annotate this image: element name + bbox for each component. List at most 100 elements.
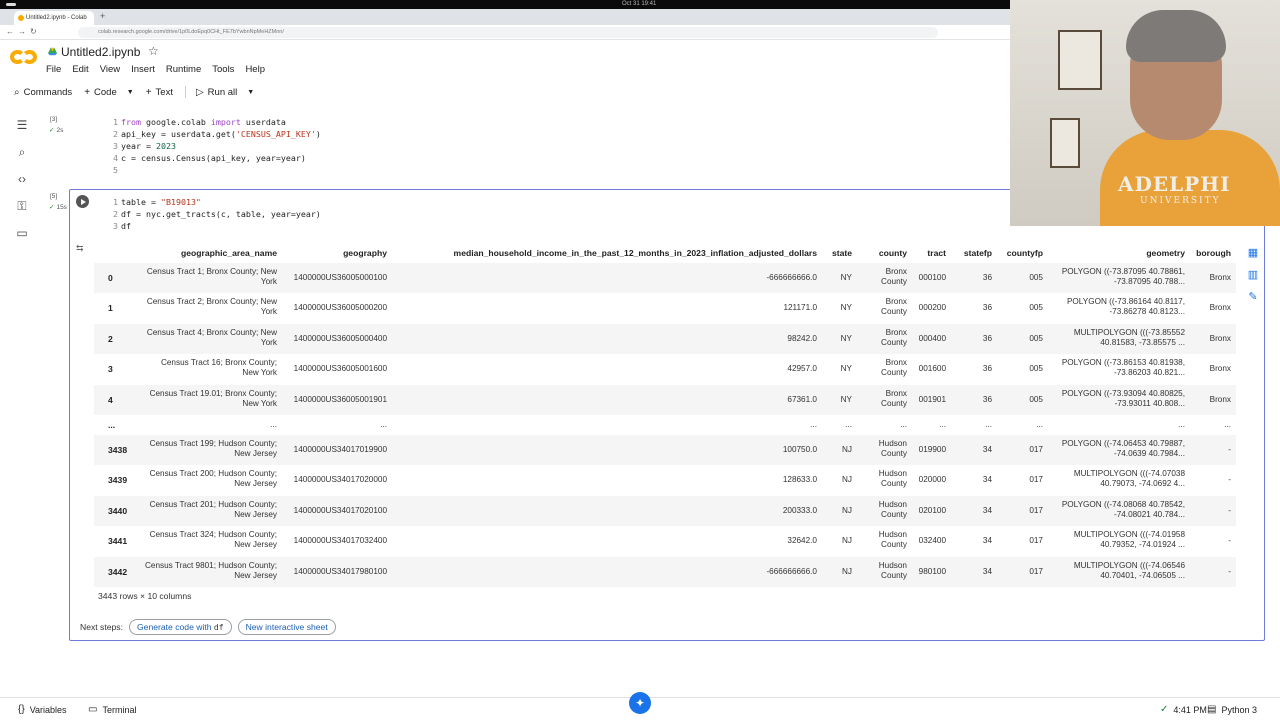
edit-wand-icon[interactable]: ✎ xyxy=(1246,290,1260,304)
cell-borough: - xyxy=(1228,506,1231,515)
url-field[interactable]: colab.research.google.com/drive/1p0LdoEp… xyxy=(78,27,938,38)
cell1-line-1: 1 xyxy=(113,117,118,127)
menu-insert[interactable]: Insert xyxy=(131,64,155,75)
cell-geometry: POLYGON ((-73.86164 40.8117, -73.86278 40… xyxy=(1066,297,1185,316)
browser-tab[interactable]: Untitled2.ipynb - Colab xyxy=(14,11,94,25)
cell-income: 100750.0 xyxy=(782,445,817,454)
back-icon[interactable]: ← xyxy=(6,27,14,36)
plus-icon: + xyxy=(84,86,91,98)
cell-geography: 1400000US36005000200 xyxy=(293,303,387,312)
cell-income: 98242.0 xyxy=(787,334,817,343)
kernel-status[interactable]: ▤ Python 3 xyxy=(1207,704,1257,715)
cell-geographic-area-name: Census Tract 9801; Hudson County; New Jer… xyxy=(145,561,277,580)
cell-geography: 1400000US36005000400 xyxy=(293,334,387,343)
cell-geometry: POLYGON ((-73.93094 40.80825, -73.93011 4… xyxy=(1061,389,1185,408)
col-header-tract: tract xyxy=(927,248,946,258)
cell-income: 200333.0 xyxy=(782,506,817,515)
table-row: 3442 Census Tract 9801; Hudson County; New… xyxy=(94,557,1236,587)
cell2-line-3: 3 xyxy=(113,221,118,231)
cell2-line-2: 2 xyxy=(113,209,118,219)
reload-icon[interactable]: ↻ xyxy=(30,27,37,36)
cell-state: NY xyxy=(840,273,852,282)
cell-borough: - xyxy=(1228,475,1231,484)
cell-geometry: POLYGON ((-73.87095 40.78861, -73.87095 4… xyxy=(1061,267,1185,286)
notebook-title[interactable]: Untitled2.ipynb xyxy=(61,45,140,59)
secrets-key-icon[interactable]: ⚿ xyxy=(10,199,34,219)
cell-borough: ... xyxy=(1224,420,1231,429)
drive-icon[interactable] xyxy=(48,47,57,56)
run-all-button[interactable]: ▷ Run all ▼ xyxy=(196,87,254,98)
cell-geography: 1400000US34017032400 xyxy=(293,536,387,545)
new-tab-icon[interactable]: + xyxy=(100,11,105,21)
add-text-button[interactable]: + Text xyxy=(146,87,173,98)
server-icon: ▤ xyxy=(1207,704,1217,715)
menu-help[interactable]: Help xyxy=(245,64,265,75)
files-folder-icon[interactable]: ▭ xyxy=(10,226,34,246)
cell-geography: 1400000US36005001600 xyxy=(293,364,387,373)
new-interactive-sheet-chip[interactable]: New interactive sheet xyxy=(237,619,336,635)
commands-button[interactable]: ⌕ Commands xyxy=(14,87,72,98)
cell-borough: Bronx xyxy=(1209,303,1231,312)
cell-geography: 1400000US34017020100 xyxy=(293,506,387,515)
table-of-contents-icon[interactable]: ☰ xyxy=(10,118,34,138)
find-icon[interactable]: ⌕ xyxy=(10,145,34,165)
cell-state: NJ xyxy=(841,506,852,515)
cell-geometry: ... xyxy=(1178,420,1185,429)
colab-favicon-icon xyxy=(18,15,24,21)
table-view-icon[interactable]: ▦ xyxy=(1246,246,1260,260)
cell2-code-editor[interactable]: table = "B19013" df = nyc.get_tracts(c, … xyxy=(121,196,321,232)
cell-income: 42957.0 xyxy=(787,364,817,373)
cell-state: NY xyxy=(840,364,852,373)
cell-county: Hudson County xyxy=(878,530,907,549)
chart-suggest-icon[interactable]: ▥ xyxy=(1246,268,1260,282)
cell-geographic-area-name: ... xyxy=(270,420,277,429)
cell1-line-5: 5 xyxy=(113,165,118,175)
add-code-button[interactable]: + Code ▼ xyxy=(84,87,134,98)
menu-runtime[interactable]: Runtime xyxy=(166,64,201,75)
cell-county: Bronx County xyxy=(881,328,907,347)
menu-view[interactable]: View xyxy=(100,64,120,75)
browser-tab-strip: Untitled2.ipynb - Colab + xyxy=(0,9,1010,25)
output-actions-icon[interactable]: ⇆ xyxy=(76,243,84,254)
forward-icon[interactable]: → xyxy=(18,27,26,36)
cell-geographic-area-name: Census Tract 1; Bronx County; New York xyxy=(146,267,277,286)
chevron-down-icon[interactable]: ▼ xyxy=(127,89,134,96)
code-snippets-icon[interactable]: ‹› xyxy=(10,172,34,192)
cell-countyfp: 017 xyxy=(1029,506,1043,515)
colab-logo[interactable] xyxy=(10,48,38,66)
row-index: 3440 xyxy=(108,506,128,516)
terminal-button[interactable]: ▭ Terminal xyxy=(88,704,136,715)
menu-tools[interactable]: Tools xyxy=(212,64,234,75)
table-row: 0 Census Tract 1; Bronx County; New York 14… xyxy=(94,263,1236,293)
apple-icon xyxy=(6,3,16,6)
cell-state: ... xyxy=(845,420,852,429)
col-header-geography: geography xyxy=(343,248,387,258)
col-header-geographic-area-name: geographic_area_name xyxy=(180,248,277,258)
cell-countyfp: 005 xyxy=(1029,364,1043,373)
generate-code-chip[interactable]: Generate code with df xyxy=(129,619,232,635)
row-index: 3439 xyxy=(108,475,128,485)
dataframe-shape: 3443 rows × 10 columns xyxy=(98,591,192,601)
cell-tract: ... xyxy=(939,420,946,429)
cell-statefp: 36 xyxy=(982,395,992,404)
cell-geography: 1400000US36005001901 xyxy=(293,395,387,404)
cell-state: NY xyxy=(840,303,852,312)
cell-county: Hudson County xyxy=(878,439,907,458)
menu-file[interactable]: File xyxy=(46,64,61,75)
cell-statefp: 36 xyxy=(982,273,992,282)
cell-tract: 001901 xyxy=(918,395,946,404)
col-header-county: county xyxy=(878,248,907,258)
cell1-code-editor[interactable]: from google.colab import userdata api_ke… xyxy=(121,116,321,164)
cell-geometry: MULTIPOLYGON (((-74.07038 40.79073, -74.0… xyxy=(1073,469,1185,488)
shirt-text-2: UNIVERSITY xyxy=(1140,196,1221,206)
variables-button[interactable]: {} Variables xyxy=(18,704,67,715)
chevron-down-icon[interactable]: ▼ xyxy=(247,89,254,96)
cell-income: ... xyxy=(810,420,817,429)
cell-statefp: 34 xyxy=(982,445,992,454)
cell-county: Bronx County xyxy=(881,358,907,377)
run-cell-button[interactable] xyxy=(76,195,89,208)
cell-geometry: POLYGON ((-74.06453 40.79887, -74.0639 40… xyxy=(1061,439,1185,458)
star-icon[interactable]: ☆ xyxy=(148,44,159,58)
gemini-button[interactable]: ✦ xyxy=(629,692,651,714)
menu-edit[interactable]: Edit xyxy=(72,64,88,75)
